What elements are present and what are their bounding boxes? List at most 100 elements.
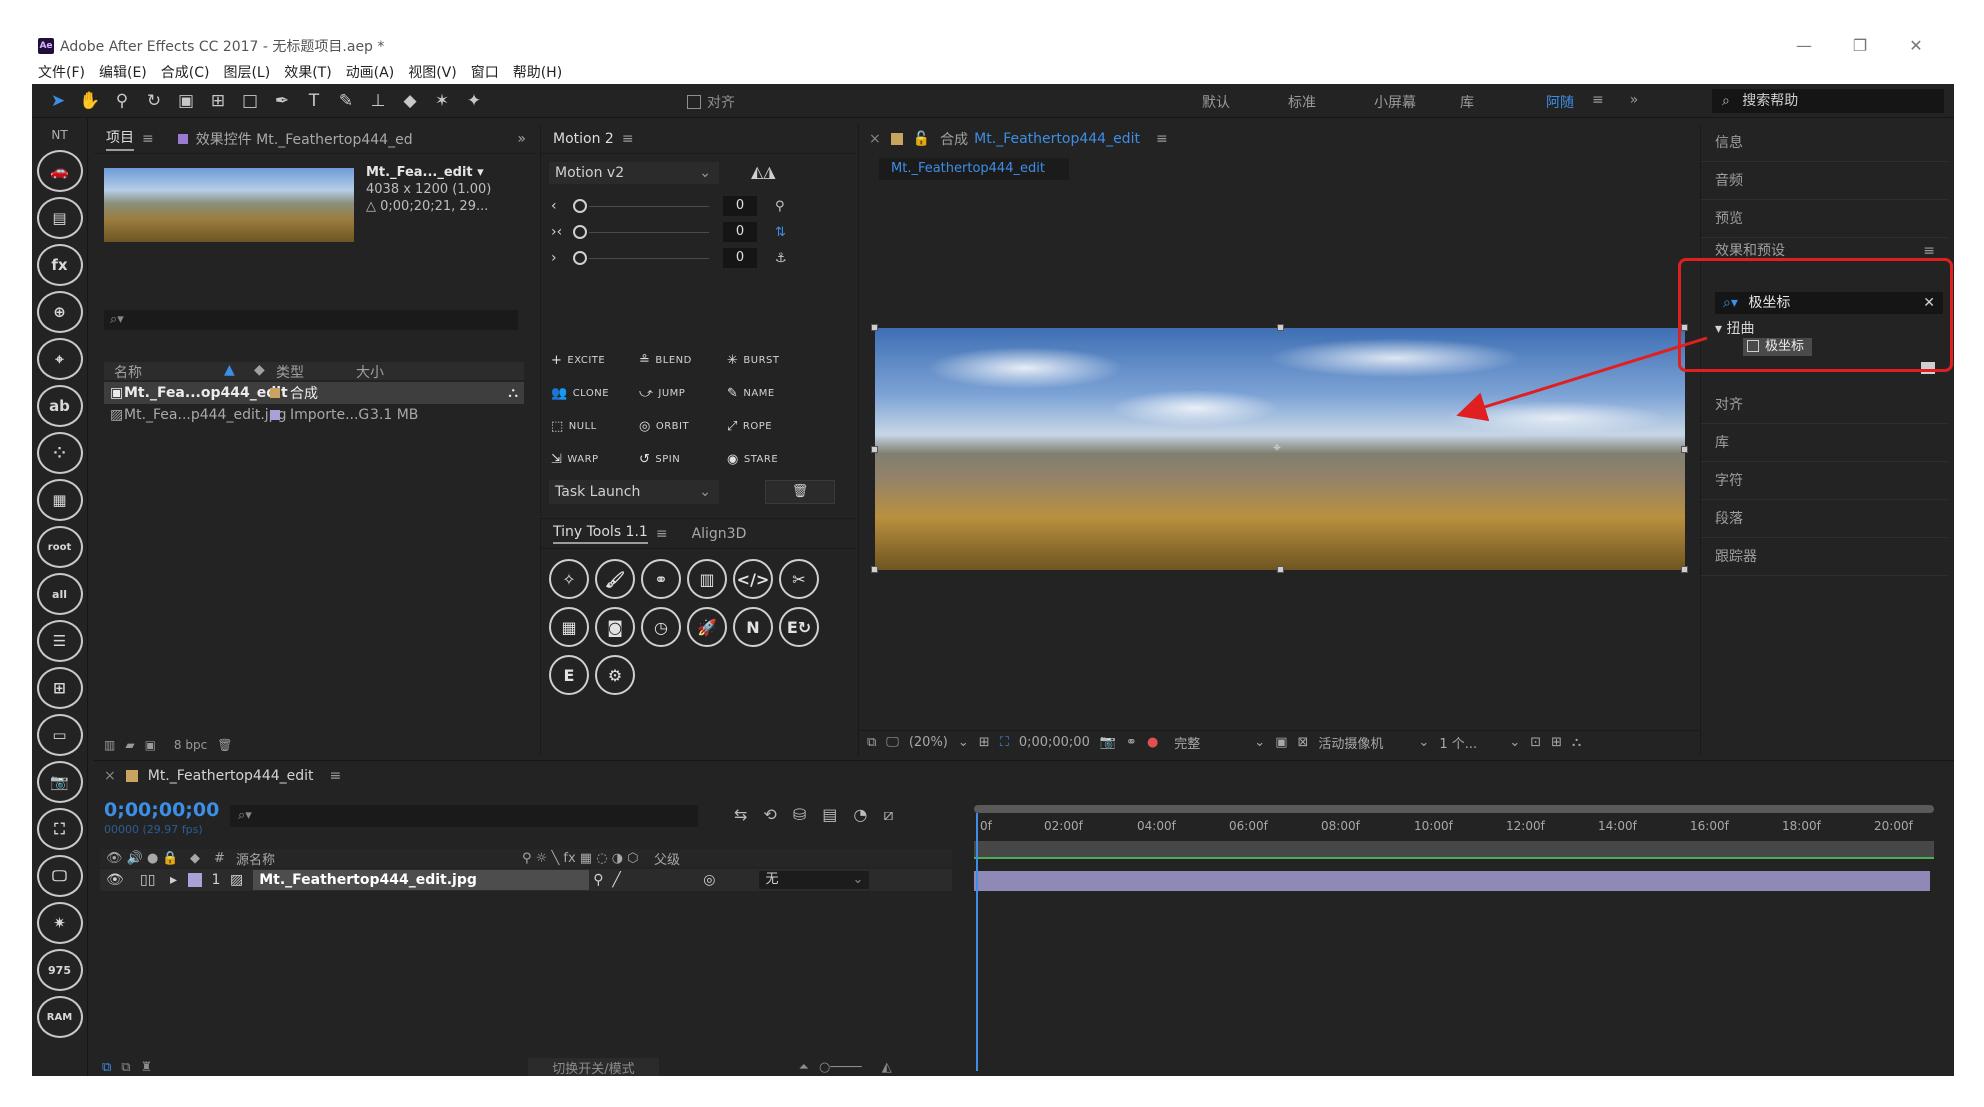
tab-motion[interactable]: Motion 2 ≡ <box>541 124 646 154</box>
panel-libraries[interactable]: 库 <box>1701 424 1947 462</box>
rotate-tool-icon[interactable]: ↻ <box>142 90 166 112</box>
anchor-point-icon[interactable]: ⌖ <box>1273 440 1281 456</box>
camera-icon[interactable]: 📷 <box>36 761 83 803</box>
av-switches-icons[interactable]: 👁 🔊 ● 🔒 <box>100 851 190 866</box>
slider-track[interactable] <box>589 231 709 233</box>
menu-help[interactable]: 帮助(H) <box>513 62 562 82</box>
menu-edit[interactable]: 编辑(E) <box>99 62 147 82</box>
transform-handle[interactable] <box>871 446 878 453</box>
name-button[interactable]: ✎ NAME <box>727 383 815 403</box>
eye-icon[interactable]: 👁 <box>100 872 140 888</box>
settings-gear-icon[interactable]: ⚙ <box>595 655 635 695</box>
align-checkbox[interactable] <box>687 95 701 109</box>
root-folder-icon[interactable]: root <box>36 526 83 568</box>
slider-knob[interactable] <box>573 251 587 265</box>
snapshot-icon[interactable]: 📷 <box>1100 735 1116 750</box>
zoom-slider[interactable]: ○──── <box>819 1060 862 1075</box>
timeline-search-input[interactable]: ⌕▾ <box>230 805 698 827</box>
panel-paragraph[interactable]: 段落 <box>1701 500 1947 538</box>
label-tag-icon[interactable]: ◆ <box>190 851 214 866</box>
bit-depth-label[interactable]: 8 bpc <box>174 738 207 752</box>
ease-in-value[interactable]: 0 <box>723 196 757 216</box>
current-time-display[interactable]: 0;00;00;00 <box>104 799 219 821</box>
menu-file[interactable]: 文件(F) <box>38 62 85 82</box>
rocket-icon[interactable]: 🚀 <box>687 607 727 647</box>
interpret-footage-icon[interactable]: ▥ <box>104 738 115 752</box>
scissors-icon[interactable]: ✂ <box>779 559 819 599</box>
show-snapshot-icon[interactable]: ⚭ <box>1126 735 1137 750</box>
fx-icon[interactable]: fx <box>36 244 83 286</box>
transform-icon[interactable]: ⛶ <box>36 808 83 850</box>
panel-menu-icon[interactable]: ≡ <box>330 768 342 784</box>
car-icon[interactable]: 🚗 <box>36 150 83 192</box>
channels-icon[interactable]: ● <box>1147 735 1158 750</box>
orbit-button[interactable]: ◎ ORBIT <box>639 416 727 436</box>
panel-audio[interactable]: 音频 <box>1701 162 1947 200</box>
parent-pickwhip-icon[interactable]: ◎ <box>703 872 715 888</box>
slider-track[interactable] <box>589 257 709 259</box>
brush-icon[interactable]: 🖌 <box>595 559 635 599</box>
transfer-controls-icon[interactable]: ⧉ <box>121 1060 130 1075</box>
zoom-tool-icon[interactable]: ⚲ <box>110 90 134 112</box>
grid-guide-icon[interactable]: ⊞ <box>979 735 990 750</box>
menu-view[interactable]: 视图(V) <box>408 62 457 82</box>
screen-icon[interactable]: ▭ <box>36 714 83 756</box>
lines-icon[interactable]: ☰ <box>36 620 83 662</box>
chevron-down-icon[interactable]: ⌄ <box>1509 735 1520 750</box>
transform-handle[interactable] <box>871 566 878 573</box>
selection-tool-icon[interactable]: ➤ <box>46 90 70 112</box>
panel-character[interactable]: 字符 <box>1701 462 1947 500</box>
ram-icon[interactable]: RAM <box>36 996 83 1038</box>
rectangle-tool-icon[interactable]: □ <box>238 90 262 112</box>
monitor-icon[interactable]: 🖵 <box>886 735 899 750</box>
workspace-small-screen[interactable]: 小屏幕 <box>1374 92 1460 112</box>
excite-button[interactable]: + EXCITE <box>551 350 639 370</box>
layer-switches-icons[interactable]: ⚲ ☼ ╲ fx ▦ ◌ ◑ ⬡ <box>522 851 654 866</box>
mask-visibility-icon[interactable]: ⛶ <box>1000 735 1009 750</box>
menu-window[interactable]: 窗口 <box>471 62 499 82</box>
expand-triangle-icon[interactable]: ▸ <box>170 872 188 888</box>
column-parent[interactable]: 父级 <box>654 849 680 868</box>
region-of-interest-icon[interactable]: ▣ <box>1275 735 1287 750</box>
label-tag-icon[interactable]: ◆ <box>254 362 276 380</box>
transform-handle[interactable] <box>1277 324 1284 331</box>
comp-timecode[interactable]: 0;00;00;00 <box>1019 735 1090 750</box>
hand-tool-icon[interactable]: ✋ <box>78 90 102 112</box>
time-ruler[interactable]: 0f 02:00f 04:00f 06:00f 08:00f 10:00f 12… <box>974 805 1934 865</box>
project-search-input[interactable]: ⌕▾ <box>104 310 518 330</box>
layer-switches[interactable]: ⚲ ╱ <box>593 872 703 888</box>
panel-preview[interactable]: 预览 <box>1701 200 1947 238</box>
menu-effect[interactable]: 效果(T) <box>284 62 331 82</box>
panel-menu-icon[interactable]: ≡ <box>622 131 634 147</box>
warp-button[interactable]: ⇲ WARP <box>551 449 639 469</box>
motion-version-select[interactable]: Motion v2 ⌄ <box>549 162 719 184</box>
timeline-tab[interactable]: × Mt._Feathertop444_edit ≡ <box>94 761 1954 791</box>
new-comp-icon[interactable]: ▣ <box>145 738 156 752</box>
column-type[interactable]: 类型 <box>276 362 356 381</box>
menu-composition[interactable]: 合成(C) <box>161 62 210 82</box>
layers-icon[interactable]: ▤ <box>36 197 83 239</box>
restore-button[interactable]: ❐ <box>1832 32 1888 60</box>
quality-select[interactable]: 完整 <box>1174 733 1244 752</box>
pan-behind-tool-icon[interactable]: ⊞ <box>206 90 230 112</box>
ease-both-value[interactable]: 0 <box>723 222 757 242</box>
always-preview-icon[interactable]: ⧉ <box>867 735 876 750</box>
menu-layer[interactable]: 图层(L) <box>223 62 270 82</box>
sort-icon[interactable]: ▲ <box>224 362 254 380</box>
project-row-comp[interactable]: ▣ Mt._Fea...op444_edit 合成 ⛬ <box>104 382 524 404</box>
expression-refresh-icon[interactable]: E↻ <box>779 607 819 647</box>
nodes-icon[interactable]: ⚭ <box>641 559 681 599</box>
layer-switches-toggle-icon[interactable]: ⧉ <box>102 1060 111 1075</box>
graph-editor-icon[interactable]: ⧄ <box>883 805 893 825</box>
all-folder-icon[interactable]: all <box>36 573 83 615</box>
eraser-tool-icon[interactable]: ◆ <box>398 90 422 112</box>
camera-icon[interactable]: ◙ <box>595 607 635 647</box>
frame-blending-icon[interactable]: ▤ <box>822 805 837 825</box>
comp-mini-flowchart-icon[interactable]: ⇆ <box>734 805 747 825</box>
close-tab-icon[interactable]: × <box>869 131 881 147</box>
chevron-down-icon[interactable]: ⌄ <box>958 735 969 750</box>
parent-select[interactable]: 无 ⌄ <box>759 871 870 889</box>
flowchart-icon[interactable]: ⛬ <box>508 385 518 401</box>
spin-button[interactable]: ↺ SPIN <box>639 449 727 469</box>
workspace-custom[interactable]: 阿随 <box>1546 92 1632 112</box>
